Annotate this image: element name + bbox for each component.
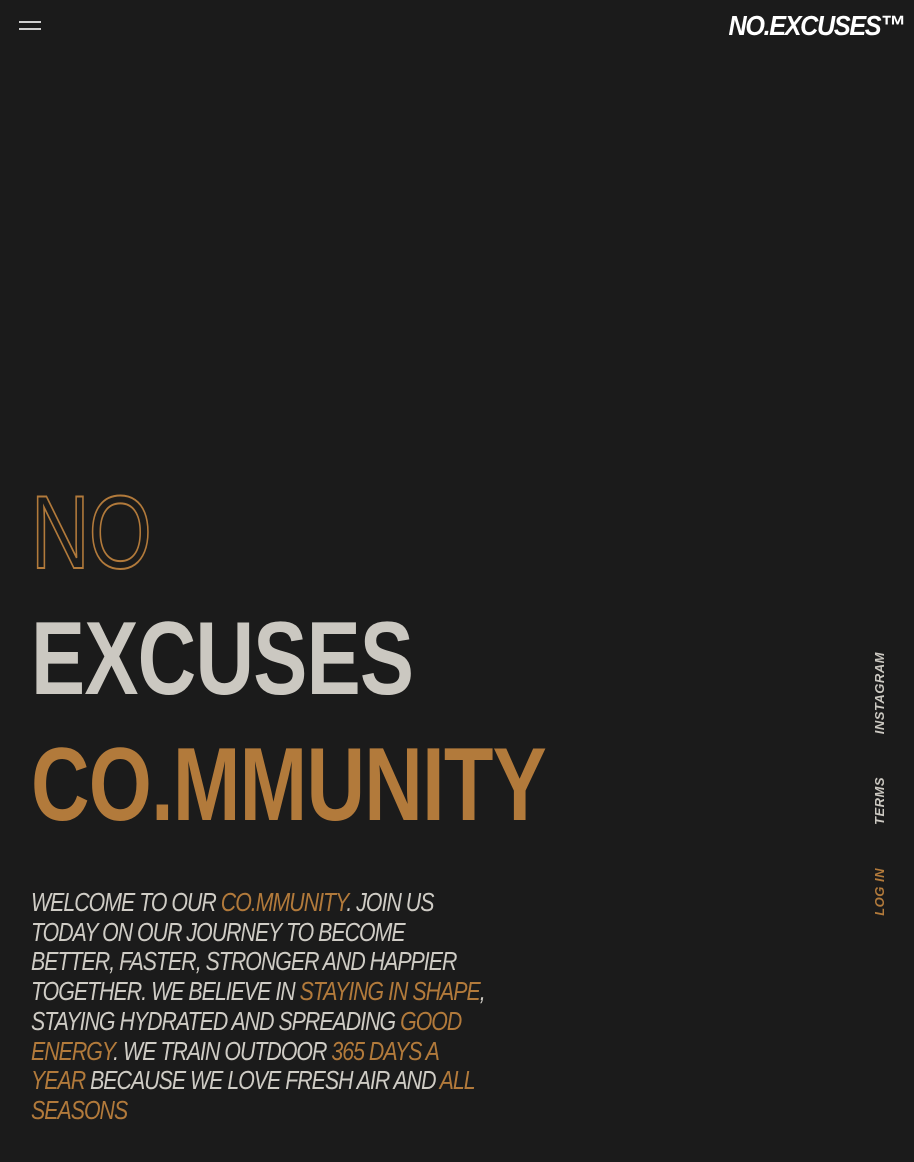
- logo[interactable]: NO.EXCUSES™: [728, 9, 905, 43]
- hero-line-community: CO.MMUNITY: [31, 727, 547, 843]
- hero-line-excuses: EXCUSES: [31, 601, 414, 717]
- terms-link[interactable]: TERMS: [872, 777, 887, 825]
- menu-line-top: [19, 21, 41, 23]
- intro-text-1: Welcome to our: [31, 887, 221, 917]
- login-link[interactable]: LOG IN: [872, 868, 887, 916]
- intro-paragraph: Welcome to our Co.mmunity. Join us today…: [31, 887, 490, 1126]
- intro-text-4: . We train outdoor: [113, 1035, 332, 1066]
- menu-line-bottom: [19, 28, 41, 30]
- intro-highlight-community: Co.mmunity: [220, 887, 348, 917]
- hero-heading: NO EXCUSES CO.MMUNITY: [30, 470, 691, 848]
- hero-line-no: NO: [30, 474, 152, 592]
- instagram-link[interactable]: INSTAGRAM: [872, 652, 887, 734]
- intro-highlight-shape: staying in shape: [299, 976, 481, 1007]
- menu-icon[interactable]: [19, 20, 43, 32]
- intro-text-5: because we love fresh air and: [85, 1065, 440, 1096]
